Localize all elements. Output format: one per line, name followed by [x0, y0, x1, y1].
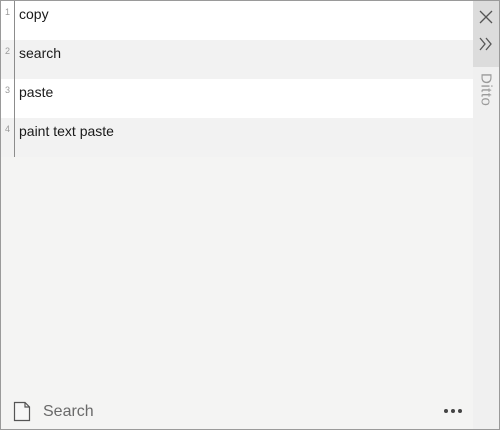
clip-row[interactable]: 2 search — [1, 40, 473, 79]
clip-number: 2 — [1, 40, 15, 79]
clip-number: 3 — [1, 79, 15, 118]
close-button[interactable] — [477, 8, 495, 26]
clip-row[interactable]: 4 paint text paste — [1, 118, 473, 157]
more-options-button[interactable] — [439, 401, 467, 421]
clip-text: copy — [19, 6, 49, 22]
collapse-button[interactable] — [477, 35, 495, 53]
more-dots-icon — [444, 409, 448, 413]
double-chevron-right-icon — [479, 37, 492, 51]
clip-number: 1 — [1, 1, 15, 40]
clip-row[interactable]: 3 paste — [1, 79, 473, 118]
side-panel-controls — [473, 1, 499, 67]
more-dots-icon — [458, 409, 462, 413]
clip-text: paint text paste — [19, 123, 114, 139]
clip-text: paste — [19, 84, 54, 100]
ditto-window: 1 copy 2 search 3 paste 4 paint text pas… — [0, 0, 500, 430]
app-name-label: Ditto — [477, 73, 495, 107]
clip-area: 1 copy 2 search 3 paste 4 paint text pas… — [1, 1, 473, 429]
close-icon — [479, 10, 493, 24]
clip-number: 4 — [1, 118, 15, 157]
side-panel: Ditto — [473, 1, 499, 429]
more-dots-icon — [451, 409, 455, 413]
bottom-bar — [1, 393, 473, 429]
clip-text: search — [19, 45, 62, 61]
clip-row[interactable]: 1 copy — [1, 1, 473, 40]
search-input[interactable] — [41, 401, 425, 423]
clip-list: 1 copy 2 search 3 paste 4 paint text pas… — [1, 1, 473, 157]
note-icon[interactable] — [12, 401, 32, 422]
